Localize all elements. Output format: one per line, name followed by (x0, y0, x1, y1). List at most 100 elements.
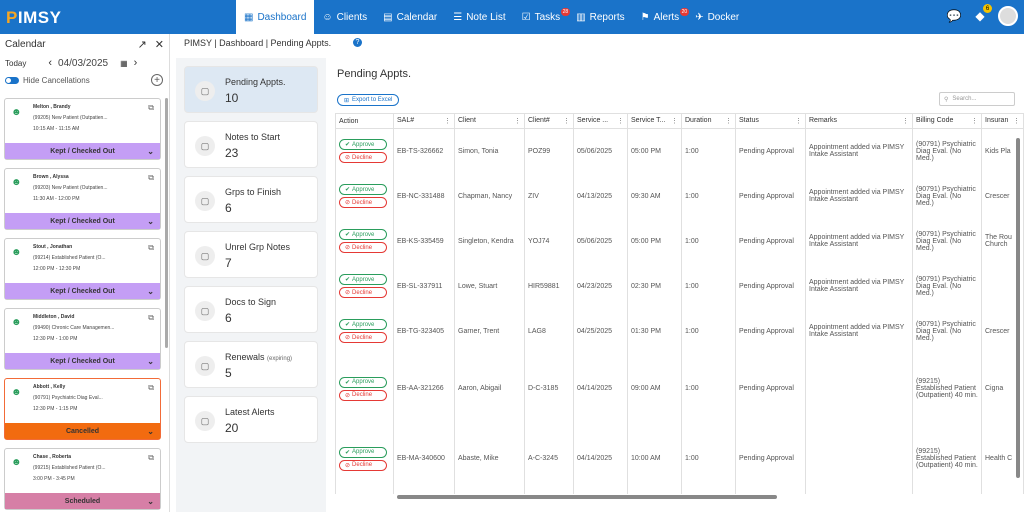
card-docs-to-sign[interactable]: ▢ Docs to Sign 6 (184, 286, 318, 333)
column-header[interactable]: Action (335, 113, 394, 129)
nav-tasks[interactable]: ☑ Tasks 28 (514, 0, 571, 34)
decline-button[interactable]: ⊘ Decline (339, 287, 387, 298)
nav-docker[interactable]: ✈ Docker (687, 0, 747, 34)
decline-label: Decline (352, 289, 373, 296)
today-button[interactable]: Today (5, 59, 26, 68)
card-pending-appts[interactable]: ▢ Pending Appts. 10 (184, 66, 318, 113)
popout-icon[interactable]: ↗ (138, 38, 147, 51)
status-label: Kept / Checked Out (50, 287, 115, 295)
approve-button[interactable]: ✔ Approve (339, 229, 387, 240)
column-header[interactable]: Status ⋮ (735, 113, 806, 129)
copy-icon[interactable]: ⧉ (148, 313, 154, 323)
appointment-status[interactable]: Cancelled ⌄ (5, 423, 160, 439)
nav-note-list[interactable]: ☰ Note List (445, 0, 513, 34)
column-menu-icon[interactable]: ⋮ (725, 117, 732, 125)
card-notes-to-start[interactable]: ▢ Notes to Start 23 (184, 121, 318, 168)
copy-icon[interactable]: ⧉ (148, 243, 154, 253)
copy-icon[interactable]: ⧉ (148, 103, 154, 113)
decline-button[interactable]: ⊘ Decline (339, 459, 387, 471)
nav-dashboard[interactable]: ▦ Dashboard (236, 0, 315, 34)
decline-button[interactable]: ⊘ Decline (339, 152, 387, 164)
appointment-card[interactable]: ☻ ⧉ Stout , Jonathan (99214) Established Pa… (4, 238, 161, 300)
card-grps-to-finish[interactable]: ▢ Grps to Finish 6 (184, 176, 318, 223)
decline-button[interactable]: ⊘ Decline (339, 197, 387, 208)
nav-calendar[interactable]: ▤ Calendar (375, 0, 445, 34)
cell-client: Lowe, Stuart (454, 263, 525, 309)
column-menu-icon[interactable]: ⋮ (671, 117, 678, 125)
vertical-scrollbar[interactable] (1016, 138, 1020, 478)
person-icon: ☻ (11, 387, 22, 398)
close-icon[interactable]: ✕ (155, 38, 164, 51)
nav-alerts[interactable]: ⚑ Alerts 20 (633, 0, 690, 34)
approve-button[interactable]: ✔ Approve (339, 376, 387, 388)
appointment-status[interactable]: Kept / Checked Out ⌄ (5, 353, 160, 369)
card-latest-alerts[interactable]: ▢ Latest Alerts 20 (184, 396, 318, 443)
copy-icon[interactable]: ⧉ (148, 453, 154, 463)
column-menu-icon[interactable]: ⋮ (902, 117, 909, 125)
pimsy-logo[interactable]: PIMSY (6, 8, 61, 28)
appointment-card[interactable]: ☻ ⧉ Melton , Brandy (99205) New Patient (Ou… (4, 98, 161, 160)
appointment-status[interactable]: Kept / Checked Out ⌄ (5, 213, 160, 229)
copy-icon[interactable]: ⧉ (148, 383, 154, 393)
appointment-card[interactable]: ☻ ⧉ Chase , Roberta (99215) Established Pat… (4, 448, 161, 510)
column-menu-icon[interactable]: ⋮ (514, 117, 521, 125)
top-right-tools: 💬 ◆ 6 (946, 4, 1018, 26)
column-header[interactable]: Duration ⋮ (681, 113, 736, 129)
search-input[interactable]: ⚲ Search... (939, 92, 1015, 106)
current-date[interactable]: 04/03/2025 (58, 58, 108, 69)
copy-icon[interactable]: ⧉ (148, 173, 154, 183)
card-unrel-grp-notes[interactable]: ▢ Unrel Grp Notes 7 (184, 231, 318, 278)
column-header[interactable]: Client# ⋮ (524, 113, 574, 129)
column-header[interactable]: Billing Code ⋮ (912, 113, 982, 129)
horizontal-scrollbar[interactable] (397, 495, 777, 499)
column-menu-icon[interactable]: ⋮ (563, 117, 570, 125)
add-appointment-icon[interactable]: + (151, 74, 163, 86)
column-header[interactable]: Client ⋮ (454, 113, 525, 129)
nav-clients[interactable]: ☺ Clients (314, 0, 375, 34)
approve-button[interactable]: ✔ Approve (339, 139, 387, 151)
appointment-status[interactable]: Scheduled ⌄ (5, 493, 160, 509)
decline-button[interactable]: ⊘ Decline (339, 389, 387, 401)
avatar[interactable] (998, 6, 1018, 26)
hide-cancellations-toggle[interactable] (5, 76, 19, 84)
card-label: Pending Appts. (225, 77, 286, 87)
column-header[interactable]: SAL# ⋮ (393, 113, 455, 129)
cell-cnum: HIR59881 (524, 263, 574, 309)
appointment-status[interactable]: Kept / Checked Out ⌄ (5, 143, 160, 159)
column-header[interactable]: Remarks ⋮ (805, 113, 913, 129)
column-header[interactable]: Service T... ⋮ (627, 113, 682, 129)
column-menu-icon[interactable]: ⋮ (444, 117, 451, 125)
approve-button[interactable]: ✔ Approve (339, 274, 387, 285)
export-excel-button[interactable]: ⊞ Export to Excel (337, 94, 400, 106)
column-menu-icon[interactable]: ⋮ (795, 117, 802, 125)
prev-date-icon[interactable]: ‹ (48, 57, 52, 69)
column-menu-icon[interactable]: ⋮ (1013, 117, 1020, 125)
card-sublabel: (expiring) (267, 356, 293, 362)
appointment-card[interactable]: ☻ ⧉ Brown , Alyssa (99203) New Patient (Out… (4, 168, 161, 230)
alert-list-icon: ▢ (195, 411, 215, 431)
chat-icon[interactable]: 💬 (946, 8, 962, 24)
appointment-card[interactable]: ☻ ⧉ Abbott , Kelly (90791) Psychiatric Diag… (4, 378, 161, 440)
approve-button[interactable]: ✔ Approve (339, 319, 387, 330)
approve-button[interactable]: ✔ Approve (339, 184, 387, 195)
nav-reports[interactable]: ▥ Reports (568, 0, 632, 34)
appointment-status[interactable]: Kept / Checked Out ⌄ (5, 283, 160, 299)
column-header[interactable]: Service ... ⋮ (573, 113, 628, 129)
column-menu-icon[interactable]: ⋮ (971, 117, 978, 125)
decline-button[interactable]: ⊘ Decline (339, 242, 387, 253)
column-header[interactable]: Insuran ⋮ (981, 113, 1024, 129)
card-value: 6 (225, 201, 232, 215)
approve-label: Approve (352, 186, 375, 193)
appointment-card[interactable]: ☻ ⧉ Middleton , David (99490) Chronic Care … (4, 308, 161, 370)
calendar-scrollbar[interactable] (165, 98, 168, 348)
approve-button[interactable]: ✔ Approve (339, 446, 387, 458)
column-menu-icon[interactable]: ⋮ (617, 117, 624, 125)
document-icon: ▢ (195, 301, 215, 321)
help-icon[interactable]: ? (353, 38, 362, 47)
next-date-icon[interactable]: › (134, 57, 138, 69)
approve-label: Approve (352, 449, 375, 455)
calendar-icon[interactable]: ▦ (120, 59, 128, 68)
notification-icon[interactable]: ◆ 6 (972, 4, 992, 24)
card-renewals[interactable]: ▢ Renewals (expiring) 5 (184, 341, 318, 388)
decline-button[interactable]: ⊘ Decline (339, 332, 387, 343)
